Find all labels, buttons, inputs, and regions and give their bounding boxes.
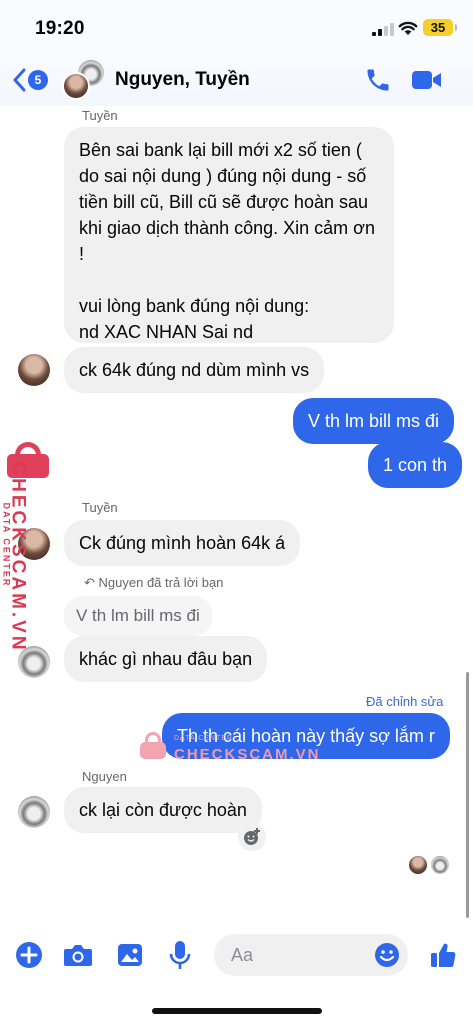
emoji-icon [375,943,399,967]
message-text: ck lại còn được hoàn [79,800,247,820]
video-camera-icon [412,71,441,89]
status-time: 19:20 [35,18,85,39]
contact-name[interactable]: Nguyen, Tuyền [115,69,250,91]
watermark-logo: DATA CENTER CHECKSCAM.VN [1,440,54,653]
reply-arrow-icon: ↶ [84,575,95,590]
gallery-icon [118,944,142,966]
add-reaction-button[interactable] [238,823,266,851]
voice-call-button[interactable] [364,66,392,99]
message-text: nd XAC NHAN Sai nd [79,322,254,342]
read-receipt-avatar [409,856,427,874]
message-text: ck 64k đúng nd dùm mình vs [79,360,310,380]
avatar[interactable] [18,796,50,828]
message-text: vui lòng bank đúng nội dung: [79,296,310,316]
message-text: Ck đúng mình hoàn 64k á [79,533,286,553]
avatar [62,72,90,100]
status-bar: 19:20 35 [0,0,473,54]
message-input-container[interactable] [214,934,408,976]
message-input[interactable] [231,934,371,976]
message-text: 1 con th [383,455,448,475]
add-reaction-icon [244,828,260,845]
sender-name: Tuyền [82,108,118,123]
read-receipt-avatar [431,856,449,874]
message-bubble-incoming[interactable]: ck lại còn được hoàn [64,787,262,833]
home-indicator[interactable] [152,1008,322,1014]
message-list[interactable]: Tuyền Bên sai bank lại bill mới x2 số ti… [0,106,473,926]
plus-icon [16,942,42,968]
emoji-button[interactable] [374,942,400,973]
thumbs-up-icon [431,943,456,967]
watermark-brand-center: CHECKSCAM.VN [174,746,321,763]
like-button[interactable] [428,940,458,970]
camera-icon [64,945,92,966]
sender-name: Nguyen [82,769,127,784]
message-bubble-incoming[interactable]: ck 64k đúng nd dùm mình vs [64,347,325,393]
scrollbar[interactable] [466,672,469,918]
message-bubble-incoming[interactable]: Bên sai bank lại bill mới x2 số tien ( d… [64,127,394,343]
microphone-icon [169,941,191,969]
composer-bar [0,926,473,986]
signal-icon [372,22,394,36]
message-bubble-incoming[interactable]: khác gì nhau đâu bạn [64,636,268,682]
message-bubble-incoming[interactable]: Ck đúng mình hoàn 64k á [64,520,301,566]
reply-indicator: ↶ Nguyen đã trả lời bạn [84,575,223,591]
message-text: Bên sai bank lại bill mới x2 số tien ( d… [79,140,375,264]
sender-name: Tuyền [82,500,118,515]
avatar[interactable] [18,354,50,386]
message-bubble-outgoing[interactable]: 1 con th [368,442,463,488]
phone-icon [367,69,389,91]
battery-indicator: 35 [423,19,457,36]
quoted-message[interactable]: V th lm bill ms đi [64,596,212,636]
gallery-button[interactable] [115,940,145,970]
message-text: V th lm bill ms đi [308,411,440,431]
reply-note-text: Nguyen đã trả lời bạn [98,575,224,590]
video-call-button[interactable] [411,68,443,97]
chat-header: 5 Nguyen, Tuyền [0,54,473,106]
voice-message-button[interactable] [165,940,195,970]
group-avatar[interactable] [62,60,106,100]
watermark-brand: CHECKSCAM.VN [7,461,29,653]
back-button[interactable]: 5 [12,66,56,94]
more-actions-button[interactable] [14,940,44,970]
message-bubble-outgoing[interactable]: V th lm bill ms đi [293,398,455,444]
wifi-icon [398,21,418,35]
unread-count-badge: 5 [28,70,48,90]
quoted-text: V th lm bill ms đi [76,606,200,625]
watermark-small-tagline: DATA CENTER [174,735,233,742]
back-chevron-icon [13,68,26,92]
message-text: khác gì nhau đâu bạn [79,649,253,669]
camera-button[interactable] [63,940,93,970]
edited-label: Đã chỉnh sửa [366,694,444,709]
